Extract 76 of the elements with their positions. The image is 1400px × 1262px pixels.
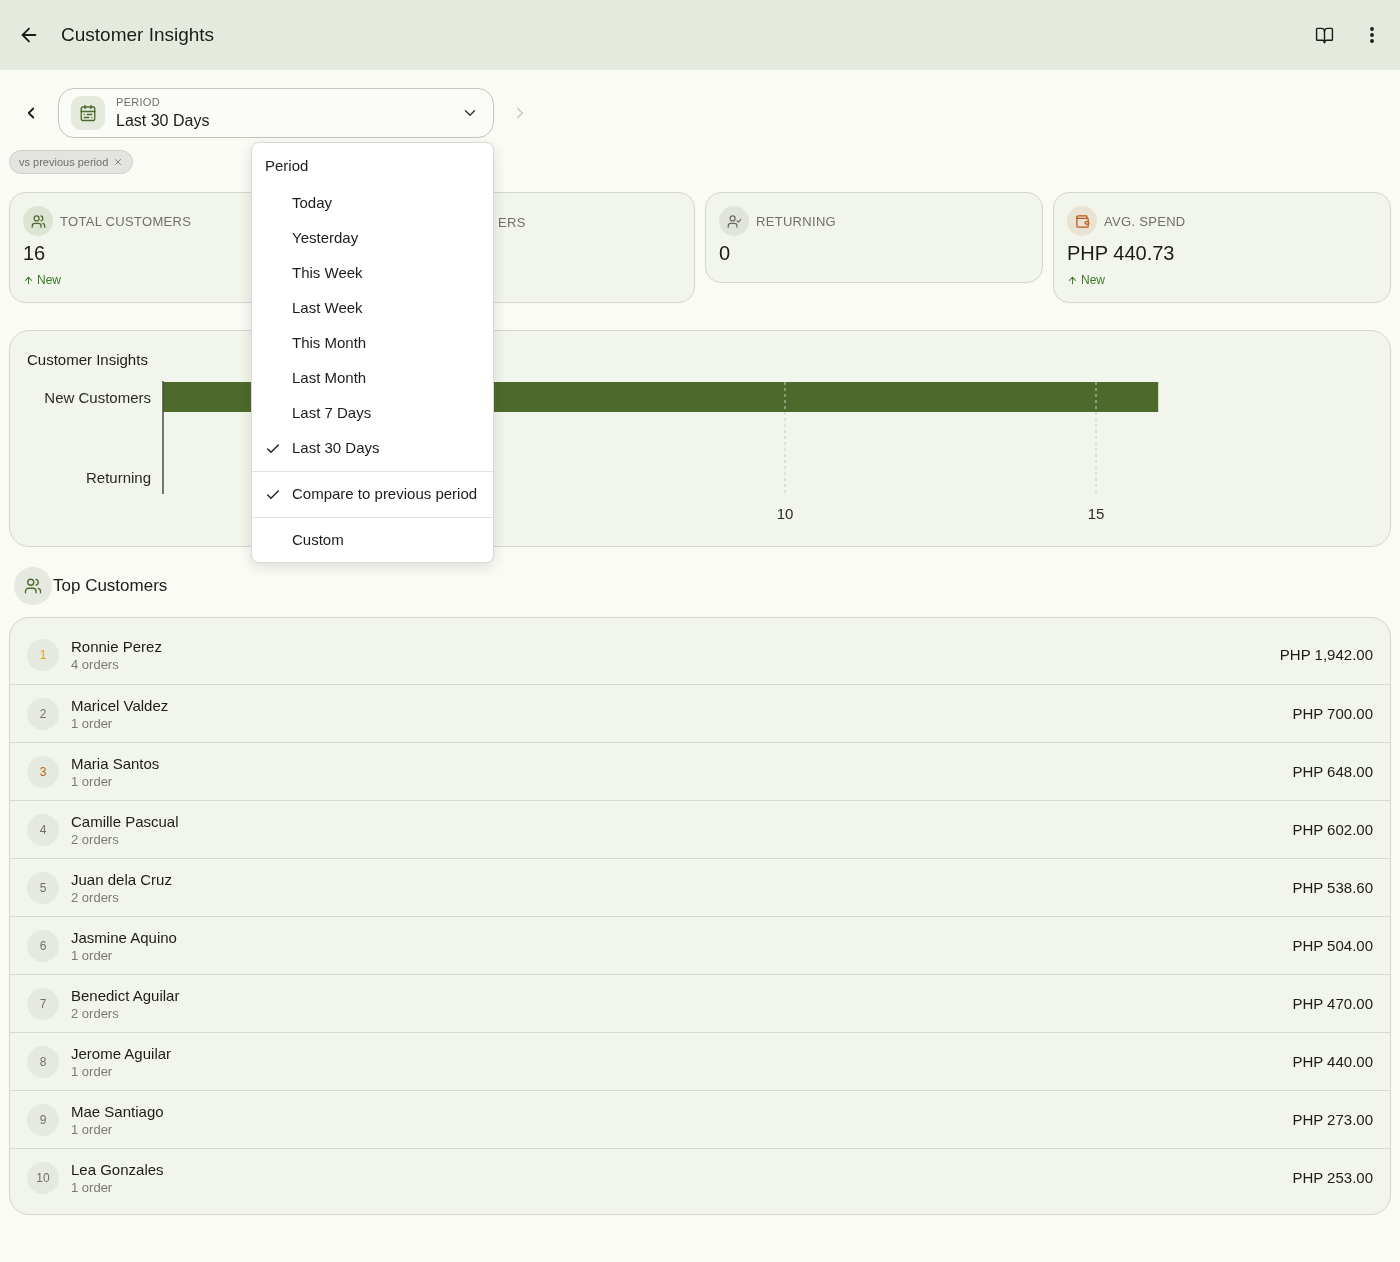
rank-badge: 1	[27, 639, 59, 672]
menu-item[interactable]: Last 7 Days	[252, 396, 493, 431]
customer-name: Camille Pascual	[71, 811, 179, 831]
menu-item[interactable]: Yesterday	[252, 221, 493, 256]
axis-tick-label: 15	[1087, 504, 1105, 522]
customer-name: Jerome Aguilar	[71, 1043, 172, 1063]
order-count: 2 orders	[71, 830, 120, 848]
menu-item[interactable]: Last Week	[252, 291, 493, 326]
rank-badge: 10	[27, 1161, 59, 1194]
customer-name: Jasmine Aquino	[71, 927, 177, 947]
menu-item[interactable]: Last Month	[252, 361, 493, 396]
chart-title: Customer Insights	[27, 351, 148, 369]
trend-label: New	[37, 273, 61, 288]
book-open-icon	[1315, 25, 1334, 45]
rank-badge: 3	[27, 755, 59, 788]
order-count: 2 orders	[71, 888, 120, 906]
order-count: 1 order	[71, 1120, 114, 1138]
customer-total: PHP 1,942.00	[1279, 645, 1373, 665]
customer-total: PHP 440.00	[1292, 1051, 1373, 1072]
order-count: 1 order	[71, 1178, 114, 1196]
rank-badge: 7	[27, 987, 59, 1020]
customer-total: PHP 602.00	[1292, 819, 1373, 840]
customer-name: Benedict Aguilar	[71, 985, 180, 1005]
section-title: Top Customers	[53, 575, 168, 598]
order-count: 1 order	[71, 714, 114, 732]
customer-total: PHP 273.00	[1292, 1109, 1373, 1130]
axis-tick-label: 10	[776, 504, 794, 522]
rank-badge: 4	[27, 813, 59, 846]
order-count: 1 order	[71, 946, 114, 964]
rank-badge: 8	[27, 1045, 59, 1078]
order-count: 2 orders	[71, 1004, 120, 1022]
order-count: 1 order	[71, 772, 114, 790]
menu-item[interactable]: Today	[252, 186, 493, 221]
stat-value: 16	[23, 241, 46, 267]
close-icon	[113, 157, 124, 168]
menu-item[interactable]: This Month	[252, 326, 493, 361]
customer-total: PHP 504.00	[1292, 935, 1373, 956]
stat-label: RETURNING	[756, 212, 836, 231]
customer-total: PHP 470.00	[1292, 993, 1373, 1014]
comparison-chip[interactable]: vs previous period	[9, 150, 134, 175]
order-count: 4 orders	[71, 656, 120, 674]
customer-name: Mae Santiago	[71, 1101, 164, 1121]
stat-label: TOTAL CUSTOMERS	[60, 212, 192, 231]
trend-label: New	[1081, 273, 1105, 288]
customer-total: PHP 700.00	[1292, 703, 1373, 724]
category-label: New Customers	[44, 388, 151, 406]
menu-item[interactable]: Last 30 Days	[252, 431, 493, 466]
customer-name: Juan dela Cruz	[71, 869, 172, 889]
rank-badge: 2	[27, 697, 59, 730]
calendar-icon	[71, 96, 105, 130]
category-label: Returning	[85, 468, 151, 486]
menu-heading: Period	[265, 157, 309, 174]
customer-total: PHP 253.00	[1292, 1167, 1373, 1188]
menu-item[interactable]: Custom	[252, 523, 493, 558]
stat-value: 0	[719, 241, 731, 267]
arrow-up-icon	[23, 274, 34, 286]
menu-item[interactable]: Compare to previous period	[252, 477, 493, 512]
page-title: Customer Insights	[61, 23, 215, 47]
customer-name: Maria Santos	[71, 753, 160, 773]
menu-item[interactable]: This Week	[252, 256, 493, 291]
more-menu-icon	[1370, 27, 1374, 43]
users-icon	[14, 567, 52, 606]
customer-name: Maricel Valdez	[71, 695, 169, 715]
rank-badge: 9	[27, 1103, 59, 1136]
stat-label: ERS	[498, 213, 526, 232]
customer-total: PHP 648.00	[1292, 761, 1373, 782]
order-count: 1 order	[71, 1062, 114, 1080]
rank-badge: 6	[27, 929, 59, 962]
period-select[interactable]: PERIOD Last 30 Days	[58, 88, 494, 138]
customer-name: Ronnie Perez	[71, 637, 162, 657]
stat-label: AVG. SPEND	[1104, 212, 1186, 231]
customer-name: Lea Gonzales	[71, 1159, 164, 1179]
rank-badge: 5	[27, 871, 59, 904]
arrow-up-icon	[1067, 274, 1078, 286]
stat-value: PHP 440.73	[1067, 241, 1175, 267]
customer-total: PHP 538.60	[1292, 877, 1373, 898]
